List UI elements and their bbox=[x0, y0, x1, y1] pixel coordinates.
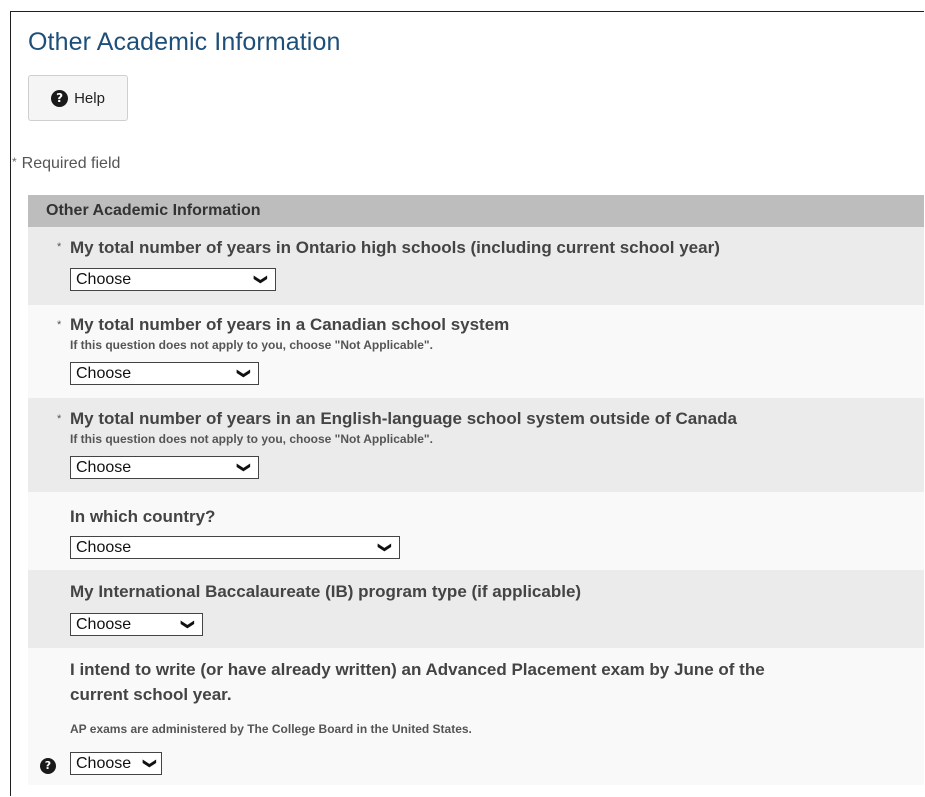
question-row-ib-program: My International Baccalaureate (IB) prog… bbox=[28, 570, 924, 648]
required-field-text: Required field bbox=[21, 155, 121, 172]
question-row-ap-exam: I intend to write (or have already writt… bbox=[28, 648, 924, 785]
help-button[interactable]: ? Help bbox=[28, 75, 128, 121]
chevron-down-icon: ❯ bbox=[143, 758, 159, 769]
ap-exam-select[interactable]: Choose ❯ bbox=[70, 752, 162, 775]
select-value: Choose bbox=[76, 271, 132, 288]
question-hint: If this question does not apply to you, … bbox=[70, 338, 433, 352]
chevron-down-icon: ❯ bbox=[237, 368, 253, 379]
question-label: My total number of years in Ontario high… bbox=[70, 238, 720, 257]
required-field-note: * Required field bbox=[12, 155, 120, 173]
question-row-canadian-years: * My total number of years in a Canadian… bbox=[28, 305, 924, 398]
question-label-line2: current school year. bbox=[70, 685, 232, 704]
question-row-country: In which country? Choose ❯ bbox=[28, 492, 924, 570]
chevron-down-icon: ❯ bbox=[254, 274, 270, 285]
question-label: My total number of years in a Canadian s… bbox=[70, 315, 510, 334]
ib-program-select[interactable]: Choose ❯ bbox=[70, 613, 203, 636]
question-circle-icon: ? bbox=[51, 89, 69, 107]
select-value: Choose bbox=[76, 616, 132, 633]
question-row-ontario-years: * My total number of years in Ontario hi… bbox=[28, 227, 924, 305]
chevron-down-icon: ❯ bbox=[237, 462, 253, 473]
canadian-years-select[interactable]: Choose ❯ bbox=[70, 362, 259, 385]
required-marker: * bbox=[57, 319, 62, 331]
select-value: Choose bbox=[76, 755, 132, 772]
question-label: In which country? bbox=[70, 507, 216, 526]
required-marker: * bbox=[57, 413, 62, 425]
required-marker: * bbox=[12, 155, 17, 169]
chevron-down-icon: ❯ bbox=[378, 542, 394, 553]
select-value: Choose bbox=[76, 459, 132, 476]
question-label: My total number of years in an English-l… bbox=[70, 409, 737, 428]
required-marker: * bbox=[57, 241, 62, 253]
ontario-years-select[interactable]: Choose ❯ bbox=[70, 268, 276, 291]
page-title: Other Academic Information bbox=[28, 28, 341, 56]
ap-exam-help-icon[interactable]: ? bbox=[40, 756, 56, 774]
english-years-select[interactable]: Choose ❯ bbox=[70, 456, 259, 479]
question-label-line1: I intend to write (or have already writt… bbox=[70, 660, 765, 679]
question-circle-icon: ? bbox=[40, 757, 56, 774]
question-hint: If this question does not apply to you, … bbox=[70, 432, 433, 446]
select-value: Choose bbox=[76, 539, 132, 556]
select-value: Choose bbox=[76, 365, 132, 382]
question-row-english-years: * My total number of years in an English… bbox=[28, 398, 924, 492]
help-button-label: Help bbox=[74, 89, 105, 107]
section-header: Other Academic Information bbox=[28, 195, 924, 227]
question-hint: AP exams are administered by The College… bbox=[70, 722, 472, 736]
country-select[interactable]: Choose ❯ bbox=[70, 536, 400, 559]
question-label: My International Baccalaureate (IB) prog… bbox=[70, 582, 582, 601]
chevron-down-icon: ❯ bbox=[181, 619, 197, 630]
